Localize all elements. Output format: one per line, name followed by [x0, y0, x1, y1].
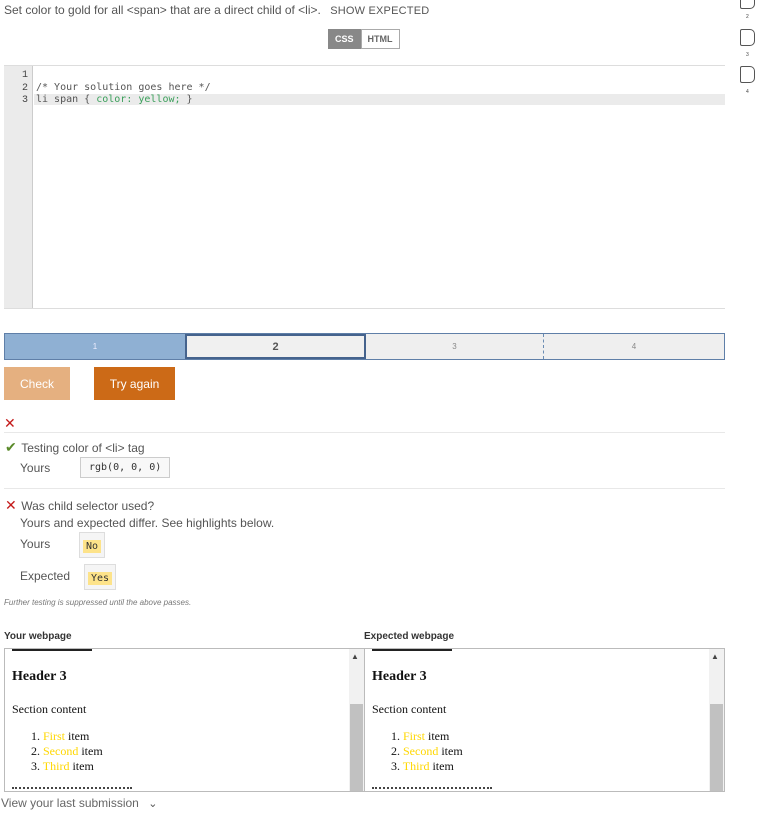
divider [4, 432, 725, 433]
list-item: 1. First item [391, 729, 463, 744]
test-2-title: Was child selector used? [21, 499, 155, 513]
test-1-title: Testing color of <li> tag [21, 441, 145, 455]
code-editor[interactable]: 1 2 3 /* Your solution goes here */ li s… [4, 65, 725, 309]
list-text: item [65, 729, 90, 743]
preview-list: 1. First item 2. Second item 3. Third it… [12, 729, 103, 774]
list-item: 3. Third item [391, 759, 463, 774]
line-number-gutter: 1 2 3 [4, 66, 33, 308]
test-2-expected-box: Yes [84, 564, 117, 590]
instruction-label: Set color to gold for all <span> that ar… [4, 3, 321, 17]
scrollbar[interactable]: ▲ [709, 649, 724, 791]
scrollbar-thumb[interactable] [710, 704, 723, 791]
chevron-down-icon: ⌄ [148, 798, 158, 810]
list-number: 3. [31, 759, 40, 773]
level-nav-item[interactable] [740, 66, 755, 83]
preview-section-text: Section content [12, 702, 87, 716]
list-item: 3. Third item [31, 759, 103, 774]
list-item: 2. Second item [31, 744, 103, 759]
level-nav-number: 2 [746, 14, 749, 20]
level-progress-bar: 1 2 3 4 [4, 333, 725, 360]
level-2-segment[interactable]: 2 [185, 334, 366, 359]
list-span: First [43, 729, 66, 743]
show-expected-link[interactable]: SHOW EXPECTED [330, 5, 429, 17]
list-number: 3. [391, 759, 400, 773]
level-4-segment[interactable]: 4 [544, 334, 724, 359]
css-selector: li span { [36, 94, 97, 105]
test-2-yours-label: Yours [20, 537, 51, 551]
clipped-content [12, 787, 132, 791]
list-item: 1. First item [31, 729, 103, 744]
line-number: 1 [21, 70, 28, 81]
line-number: 2 [21, 83, 28, 94]
list-span: Second [403, 744, 439, 758]
list-text: item [425, 729, 450, 743]
your-webpage-title: Your webpage [4, 631, 72, 642]
list-number: 2. [31, 744, 40, 758]
pass-icon: ✔ [5, 439, 17, 455]
test-1-yours-label: Yours [20, 461, 51, 475]
fail-icon: ✕ [5, 497, 17, 513]
view-last-submission-toggle[interactable]: View your last submission ⌄ [1, 796, 157, 810]
code-line-rule[interactable]: li span { color: yellow; } [34, 94, 725, 105]
test-2-note: Yours and expected differ. See highlight… [20, 516, 275, 530]
test-result-2: ✕ Was child selector used? [5, 497, 154, 515]
level-nav-number: 3 [746, 52, 749, 58]
try-again-button[interactable]: Try again [94, 367, 175, 400]
line-number: 3 [21, 95, 28, 106]
list-number: 1. [31, 729, 40, 743]
suppressed-note: Further testing is suppressed until the … [4, 598, 192, 607]
test-2-yours-value: No [83, 540, 102, 553]
list-number: 1. [391, 729, 400, 743]
tab-css[interactable]: CSS [328, 29, 361, 49]
scroll-up-icon[interactable]: ▲ [351, 652, 359, 661]
test-2-expected-label: Expected [20, 569, 71, 583]
expected-webpage-frame[interactable]: Header 3 Section content 1. First item 2… [364, 648, 725, 792]
level-nav-item[interactable] [740, 0, 755, 9]
clipped-header [372, 649, 452, 651]
test-result-1: ✔ Testing color of <li> tag [5, 439, 145, 457]
fail-icon: ✕ [4, 415, 16, 431]
your-webpage-frame[interactable]: Header 3 Section content 1. First item 2… [4, 648, 365, 792]
expected-webpage-content: Header 3 Section content 1. First item 2… [365, 649, 709, 791]
level-3-segment[interactable]: 3 [366, 334, 544, 359]
list-text: item [438, 744, 463, 758]
level-1-segment[interactable]: 1 [5, 334, 185, 359]
list-span: First [403, 729, 426, 743]
tab-html[interactable]: HTML [360, 29, 400, 49]
editor-tabs: CSS HTML [328, 29, 400, 49]
preview-header: Header 3 [372, 669, 427, 684]
list-span: Third [402, 759, 430, 773]
level-nav-item[interactable] [740, 29, 755, 46]
test-1-yours-value: rgb(0, 0, 0) [80, 457, 171, 478]
list-item: 2. Second item [391, 744, 463, 759]
scrollbar-thumb[interactable] [350, 704, 363, 791]
check-button[interactable]: Check [4, 367, 70, 400]
clipped-header [12, 649, 92, 651]
preview-header: Header 3 [12, 669, 67, 684]
css-declaration: color: yellow; [96, 94, 181, 105]
list-text: item [429, 759, 454, 773]
expected-webpage-title: Expected webpage [364, 631, 455, 642]
scrollbar[interactable]: ▲ [349, 649, 364, 791]
preview-section-text: Section content [372, 702, 447, 716]
list-span: Second [43, 744, 79, 758]
list-number: 2. [391, 744, 400, 758]
your-webpage-content: Header 3 Section content 1. First item 2… [5, 649, 349, 791]
view-last-submission-label: View your last submission [1, 796, 139, 810]
divider [4, 488, 725, 489]
level-nav-number: 4 [746, 89, 749, 95]
code-line-comment: /* Your solution goes here */ [36, 82, 211, 93]
list-text: item [78, 744, 103, 758]
scroll-up-icon[interactable]: ▲ [711, 652, 719, 661]
preview-list: 1. First item 2. Second item 3. Third it… [372, 729, 463, 774]
test-2-expected-value: Yes [88, 572, 113, 585]
list-span: Third [42, 759, 70, 773]
instruction-text: Set color to gold for all <span> that ar… [4, 3, 429, 17]
test-2-yours-box: No [79, 532, 106, 558]
list-text: item [69, 759, 94, 773]
css-close-brace: } [180, 94, 193, 105]
clipped-content [372, 787, 492, 791]
